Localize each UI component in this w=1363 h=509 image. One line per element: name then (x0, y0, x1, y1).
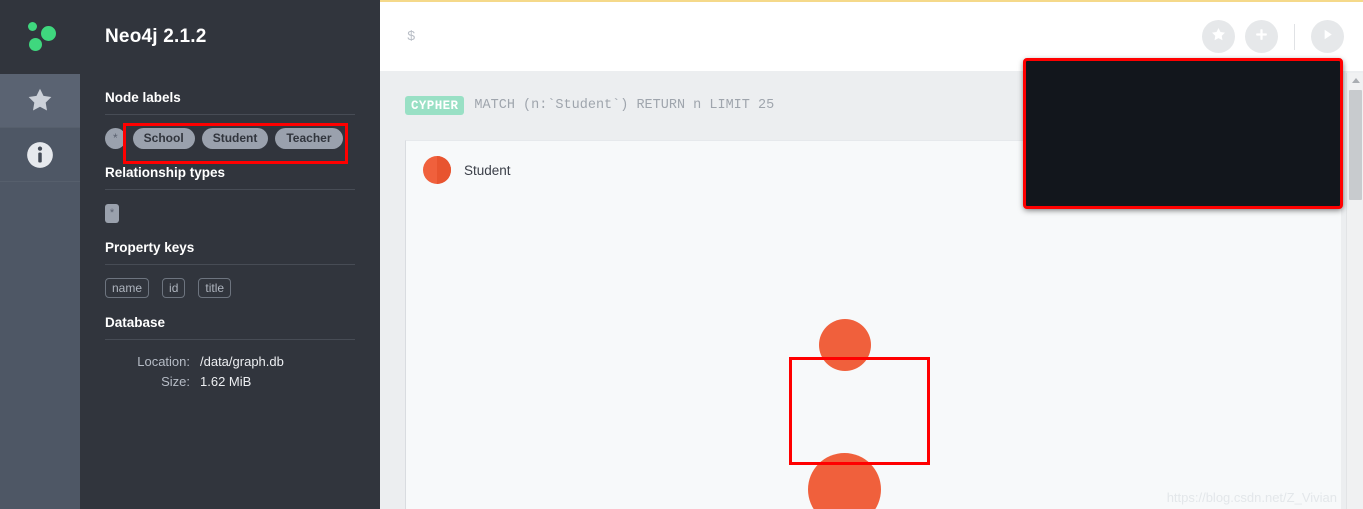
property-keys-list: name id title (105, 277, 355, 299)
property-key: id (1115, 138, 1126, 154)
divider (105, 339, 355, 340)
vertical-scrollbar[interactable] (1346, 73, 1363, 509)
property-value: 张三 (1138, 177, 1165, 193)
node-properties-inspector: Student [0] ✖ i Properties id 1 name 张三 (1026, 60, 1342, 206)
database-location-value: /data/graph.db (200, 354, 284, 369)
divider (105, 189, 355, 190)
app-brand-title: Neo4j 2.1.2 (105, 26, 207, 47)
property-row-id: id 1 (1026, 128, 1342, 165)
inspector-node-index: [0] (1114, 69, 1131, 86)
section-heading-relationship-types: Relationship types (105, 165, 226, 180)
node-label-all[interactable]: * (105, 127, 126, 149)
tab-properties[interactable]: i Properties (1026, 95, 1135, 128)
node-label-student[interactable]: Student (201, 127, 269, 149)
rail-item-favorites[interactable] (0, 74, 80, 128)
divider (105, 264, 355, 265)
legend-label-student: Student (464, 162, 511, 178)
scroll-up-arrow-icon[interactable] (1347, 73, 1363, 88)
graph-node-1[interactable] (819, 319, 871, 371)
relationship-type-all[interactable]: * (105, 203, 119, 223)
database-location-label: Location: (137, 354, 190, 369)
watermark-text: https://blog.csdn.net/Z_Vivian (1166, 490, 1337, 505)
section-heading-node-labels: Node labels (105, 90, 181, 105)
cypher-badge: CYPHER (405, 96, 465, 115)
graph-legend: Student (423, 156, 511, 184)
rail-item-info[interactable] (0, 128, 80, 182)
inspector-properties-table: id 1 name 张三 (1026, 128, 1342, 202)
legend-color-swatch-student[interactable] (423, 156, 451, 184)
node-label-school[interactable]: School (132, 127, 195, 149)
star-icon (1210, 26, 1227, 48)
inspector-title: Student (1056, 69, 1110, 86)
eye-icon (1148, 102, 1168, 121)
star-icon (25, 86, 55, 115)
property-key: name (1093, 176, 1126, 191)
database-row-location: Location: /data/graph.db (105, 352, 355, 372)
inspector-header: Student [0] ✖ (1026, 60, 1342, 95)
info-circle-icon: i (1038, 104, 1053, 119)
editor-prompt: $ (407, 28, 416, 45)
scrollbar-thumb[interactable] (1349, 90, 1362, 200)
divider (105, 114, 355, 115)
left-icon-rail (0, 0, 80, 509)
node-label-teacher[interactable]: Teacher (275, 127, 343, 149)
tab-properties-label: Properties (1061, 104, 1121, 119)
node-labels-list: * School Student Teacher (105, 127, 355, 149)
info-circle-icon (25, 140, 55, 170)
divider (1294, 23, 1295, 50)
executed-query-text: MATCH (n:`Student`) RETURN n LIMIT 25 (474, 98, 775, 113)
add-button[interactable] (1245, 20, 1278, 53)
property-key-title[interactable]: title (198, 278, 232, 298)
section-heading-property-keys: Property keys (105, 240, 195, 255)
tab-display[interactable] (1134, 95, 1181, 128)
database-size-value: 1.62 MiB (200, 374, 252, 389)
section-heading-database: Database (105, 315, 166, 330)
play-icon (1319, 26, 1336, 48)
relationship-types-list: * (105, 202, 355, 224)
property-key-name[interactable]: name (105, 278, 150, 298)
database-info-table: Location: /data/graph.db Size: 1.62 MiB (105, 352, 355, 392)
database-size-label: Size: (161, 374, 190, 389)
node-color-dot-icon (1038, 73, 1047, 82)
neo4j-browser-window: Neo4j 2.1.2 Node labels * School Student… (0, 0, 1363, 509)
property-value: 1 (1138, 138, 1146, 154)
run-button[interactable] (1311, 20, 1344, 53)
inspector-tabs: i Properties (1026, 95, 1342, 128)
graph-node-2-selected[interactable] (808, 453, 881, 509)
property-row-name: name 张三 (1026, 165, 1342, 202)
neo4j-dots-logo-icon (21, 18, 59, 56)
database-row-size: Size: 1.62 MiB (105, 372, 355, 392)
sidebar-panel: Neo4j 2.1.2 Node labels * School Student… (80, 0, 380, 509)
plus-icon (1253, 26, 1270, 48)
property-key-id[interactable]: id (162, 278, 186, 298)
favorite-button[interactable] (1202, 20, 1235, 53)
neo4j-logo[interactable] (0, 0, 80, 74)
close-icon[interactable]: ✖ (1317, 70, 1330, 85)
